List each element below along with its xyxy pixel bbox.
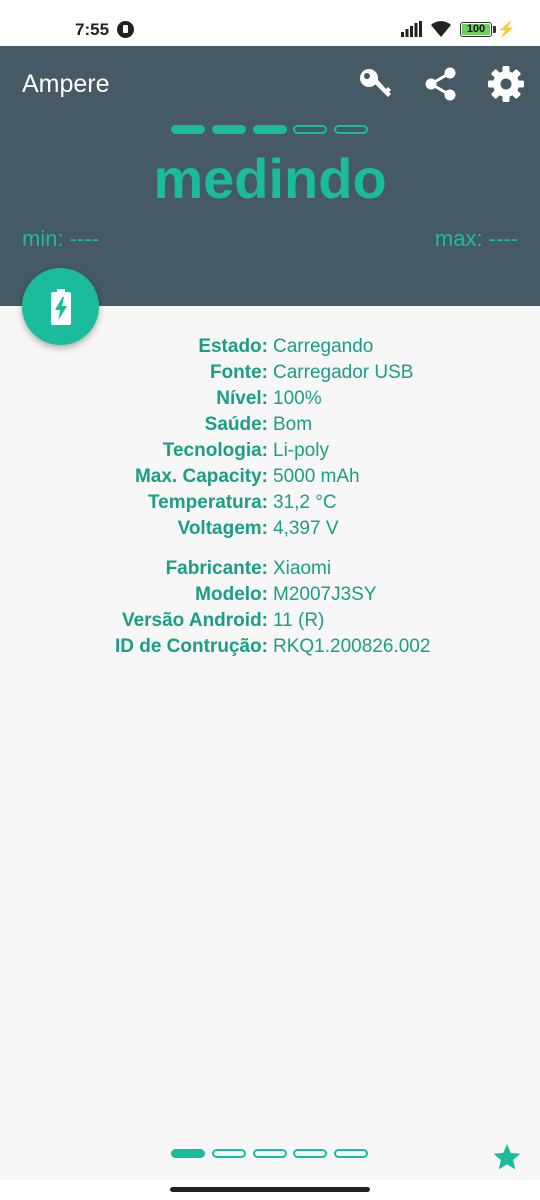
info-label: Estado:: [198, 336, 268, 357]
progress-step: [253, 125, 287, 134]
info-row: Tecnologia: Li-poly: [0, 440, 540, 466]
info-row: Fonte: Carregador USB: [0, 362, 540, 388]
info-row: Voltagem: 4,397 V: [0, 518, 540, 544]
page-dot[interactable]: [334, 1149, 368, 1158]
progress-step: [334, 125, 368, 134]
info-label: ID de Contrução:: [114, 636, 268, 657]
info-label: Temperatura:: [147, 492, 268, 513]
measurement-status: medindo: [153, 147, 387, 210]
info-row: Estado: Carregando: [0, 336, 540, 362]
app-notification-icon: [117, 21, 134, 38]
info-row: Nível: 100%: [0, 388, 540, 414]
max-value: max: ----: [434, 226, 518, 251]
share-icon[interactable]: [421, 64, 461, 104]
measurement-progress: [171, 125, 371, 135]
battery-tip: [493, 26, 496, 33]
info-row: Temperatura: 31,2 °C: [0, 492, 540, 518]
info-label: Voltagem:: [177, 518, 268, 539]
info-row: Modelo: M2007J3SY: [0, 584, 540, 610]
info-value: 100%: [273, 388, 322, 409]
battery-fab-button[interactable]: [22, 268, 99, 345]
info-label: Tecnologia:: [162, 440, 268, 461]
page-dot[interactable]: [293, 1149, 327, 1158]
navigation-bar: [0, 1180, 540, 1200]
info-label: Fonte:: [209, 362, 268, 383]
progress-step: [293, 125, 327, 134]
info-row: Max. Capacity: 5000 mAh: [0, 466, 540, 492]
app-title: Ampere: [22, 70, 110, 98]
star-icon[interactable]: [492, 1142, 522, 1172]
progress-step: [212, 125, 246, 134]
info-row: Fabricante: Xiaomi: [0, 558, 540, 584]
key-icon[interactable]: [355, 64, 395, 104]
wifi-icon: [431, 21, 451, 37]
info-value: Xiaomi: [273, 558, 332, 579]
info-label: Versão Android:: [121, 610, 268, 631]
charging-bolt-icon: ⚡: [497, 21, 516, 38]
progress-step: [171, 125, 205, 134]
info-value: 5000 mAh: [273, 466, 360, 487]
battery-icon: 100: [460, 22, 492, 37]
info-row: Versão Android: 11 (R): [0, 610, 540, 636]
info-value: M2007J3SY: [273, 584, 377, 605]
page-dot[interactable]: [253, 1149, 287, 1158]
status-bar: 7:55 100 ⚡: [0, 0, 540, 46]
info-value: 31,2 °C: [273, 492, 337, 513]
info-label: Fabricante:: [165, 558, 268, 579]
battery-info-list: Estado: Carregando Fonte: Carregador USB…: [0, 336, 540, 544]
info-value: 4,397 V: [273, 518, 339, 539]
info-label: Saúde:: [204, 414, 268, 435]
page-dot[interactable]: [171, 1149, 205, 1158]
status-time: 7:55: [75, 20, 110, 39]
gear-icon[interactable]: [486, 64, 526, 104]
info-label: Max. Capacity:: [134, 466, 268, 487]
signal-icon: [401, 21, 422, 37]
info-value: Carregador USB: [273, 362, 414, 383]
info-value: Bom: [273, 414, 313, 435]
page-indicator[interactable]: [171, 1149, 371, 1159]
home-gesture-pill[interactable]: [170, 1187, 370, 1192]
device-info-list: Fabricante: Xiaomi Modelo: M2007J3SY Ver…: [0, 558, 540, 662]
battery-level: 100: [466, 23, 486, 35]
info-row: ID de Contrução: RKQ1.200826.002: [0, 636, 540, 662]
info-value: RKQ1.200826.002: [273, 636, 431, 657]
battery-charging-icon: [51, 289, 71, 325]
info-value: Carregando: [273, 336, 374, 357]
info-label: Nível:: [216, 388, 268, 409]
info-label: Modelo:: [195, 584, 268, 605]
page-dot[interactable]: [212, 1149, 246, 1158]
min-value: min: ----: [22, 226, 99, 251]
info-row: Saúde: Bom: [0, 414, 540, 440]
app-header: Ampere medindo min: ---- max: ----: [0, 46, 540, 306]
info-value: 11 (R): [273, 610, 325, 631]
info-value: Li-poly: [273, 440, 329, 461]
